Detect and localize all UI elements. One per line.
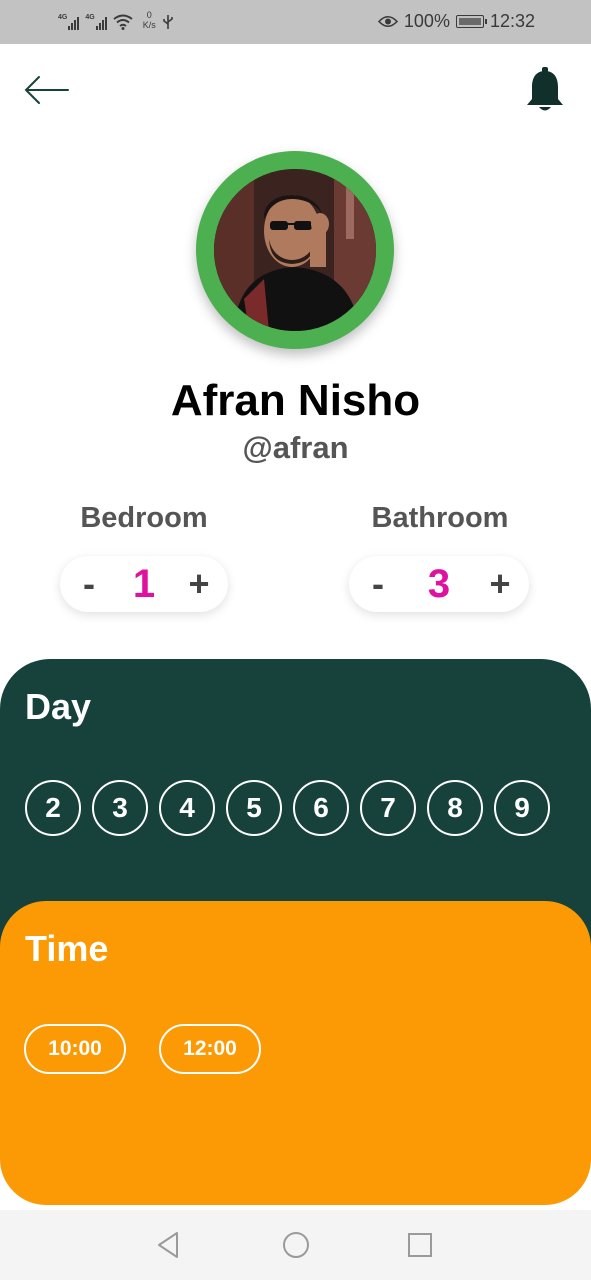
day-chip[interactable]: 5	[226, 780, 282, 836]
bathroom-stepper: - 3 +	[349, 556, 529, 612]
eye-icon	[377, 15, 398, 28]
back-triangle-icon	[158, 1232, 178, 1258]
bell-icon	[527, 67, 563, 111]
bathroom-increment-button[interactable]: +	[487, 566, 513, 602]
signal-type-label: 4G	[58, 14, 68, 21]
day-title: Day	[25, 686, 92, 727]
day-chip[interactable]: 2	[25, 780, 81, 836]
back-button[interactable]	[22, 72, 70, 108]
day-chip[interactable]: 4	[159, 780, 215, 836]
signal-icon: 4G	[85, 14, 107, 30]
status-right: 100% 12:32	[377, 11, 535, 32]
home-circle-icon	[283, 1232, 309, 1258]
network-speed-value: 0	[146, 10, 152, 20]
status-bar: 4G 4G 0 K/s 100% 12:32	[0, 0, 591, 44]
bedroom-stepper: - 1 +	[60, 556, 228, 612]
bedroom-count: 1	[132, 562, 156, 606]
network-speed: 0 K/s	[143, 10, 156, 30]
status-time: 12:32	[489, 11, 535, 31]
wifi-icon	[113, 14, 133, 30]
network-speed-unit: K/s	[142, 20, 156, 30]
bedroom-increment-button[interactable]: +	[186, 566, 212, 602]
day-chip[interactable]: 6	[293, 780, 349, 836]
notifications-button[interactable]	[524, 66, 566, 114]
usb-icon	[162, 15, 173, 29]
time-title: Time	[25, 928, 109, 969]
battery-icon	[455, 15, 487, 28]
bedroom-label: Bedroom	[80, 502, 208, 534]
day-chip[interactable]: 8	[427, 780, 483, 836]
arrow-left-icon	[24, 76, 69, 104]
bathroom-count: 3	[427, 562, 451, 606]
avatar-ring	[196, 151, 394, 349]
signal-icon: 4G	[58, 14, 80, 30]
bathroom-label: Bathroom	[371, 502, 509, 534]
battery-percentage: 100%	[403, 11, 450, 31]
day-chip[interactable]: 9	[494, 780, 550, 836]
signal-type-label: 4G	[85, 14, 95, 21]
time-slot-chip[interactable]: 10:00	[24, 1024, 126, 1074]
day-chip[interactable]: 7	[360, 780, 416, 836]
bedroom-decrement-button[interactable]: -	[76, 566, 102, 602]
profile-name: Afran Nisho	[170, 376, 421, 425]
nav-recents-button[interactable]	[404, 1229, 436, 1261]
profile-handle: @afran	[242, 430, 349, 465]
recents-square-icon	[408, 1233, 432, 1257]
time-slot-chip[interactable]: 12:00	[159, 1024, 261, 1074]
avatar	[214, 169, 376, 331]
day-chip[interactable]: 3	[92, 780, 148, 836]
nav-home-button[interactable]	[280, 1229, 312, 1261]
status-left: 4G 4G 0 K/s	[58, 10, 174, 30]
nav-back-button[interactable]	[153, 1229, 185, 1261]
bathroom-decrement-button[interactable]: -	[365, 566, 391, 602]
day-list: 2 3 4 5 6 7 8 9	[25, 780, 550, 836]
